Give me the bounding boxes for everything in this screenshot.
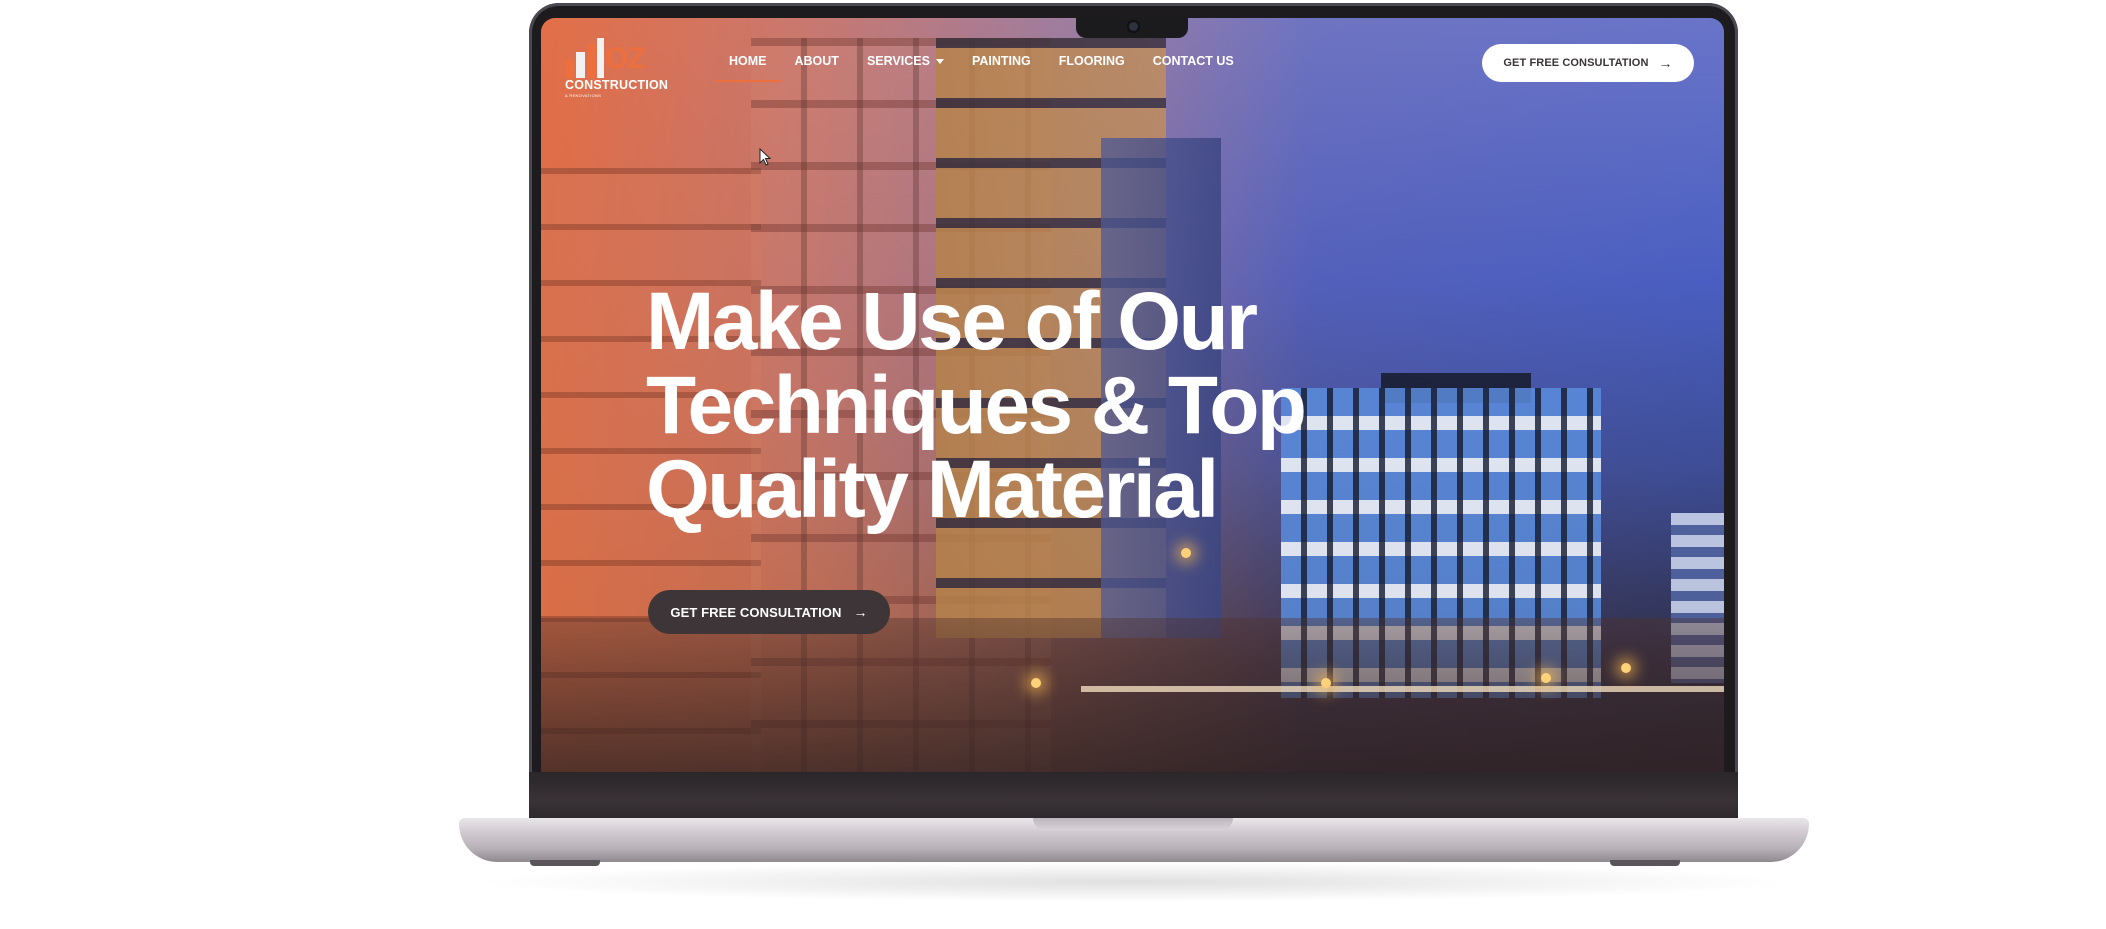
laptop-bottom-bezel	[529, 772, 1738, 820]
header-consultation-button[interactable]: GET FREE CONSULTATION →	[1482, 44, 1694, 82]
logo-tagline: & RENOVATIONS	[565, 93, 602, 98]
arrow-right-icon: →	[1658, 55, 1673, 71]
nav-services-label: SERVICES	[866, 54, 930, 68]
nav-home-label: HOME	[729, 54, 767, 68]
street-lamp-icon	[1621, 663, 1631, 673]
nav-flooring-label: FLOORING	[1058, 54, 1125, 68]
nav-home[interactable]: HOME	[715, 48, 781, 82]
logo-buildings-icon	[565, 38, 607, 78]
hero-title-line-1: Make Use of Our	[646, 276, 1258, 367]
street-lamp-icon	[1541, 673, 1551, 683]
main-nav: HOME ABOUT SERVICES PAINTING FLOORING CO…	[715, 48, 1248, 82]
background-ground	[541, 618, 1724, 772]
street-lamp-icon	[1321, 678, 1331, 688]
camera-icon	[1129, 22, 1138, 31]
hero-title-line-2: Techniques & Top	[646, 360, 1307, 451]
street-lamp-icon	[1031, 678, 1041, 688]
logo-mark: OZ	[605, 42, 646, 75]
hero-consultation-label: GET FREE CONSULTATION	[670, 604, 842, 620]
nav-services[interactable]: SERVICES	[853, 48, 958, 82]
hero-title: Make Use of Our Techniques & Top Quality…	[646, 280, 1406, 532]
website-screen: OZ CONSTRUCTION & RENOVATIONS HOME ABOUT…	[541, 18, 1724, 772]
nav-contact-us-label: CONTACT US	[1152, 54, 1234, 68]
logo-name: CONSTRUCTION	[565, 78, 669, 92]
nav-painting[interactable]: PAINTING	[958, 48, 1045, 82]
site-logo[interactable]: OZ CONSTRUCTION & RENOVATIONS	[565, 38, 675, 98]
hero-consultation-button[interactable]: GET FREE CONSULTATION →	[648, 590, 890, 634]
chevron-down-icon	[935, 59, 944, 65]
nav-painting-label: PAINTING	[971, 54, 1031, 68]
arrow-right-icon: →	[853, 604, 868, 620]
nav-contact-us[interactable]: CONTACT US	[1139, 48, 1248, 82]
street-lamp-icon	[1181, 548, 1191, 558]
nav-about-label: ABOUT	[794, 54, 839, 68]
nav-about[interactable]: ABOUT	[781, 48, 853, 82]
background-railing	[1081, 686, 1724, 692]
laptop-opening-notch	[1033, 818, 1233, 830]
hero-title-line-3: Quality Material	[646, 444, 1219, 535]
laptop-shadow	[470, 862, 1800, 902]
header-consultation-label: GET FREE CONSULTATION	[1503, 57, 1649, 69]
nav-flooring[interactable]: FLOORING	[1045, 48, 1139, 82]
